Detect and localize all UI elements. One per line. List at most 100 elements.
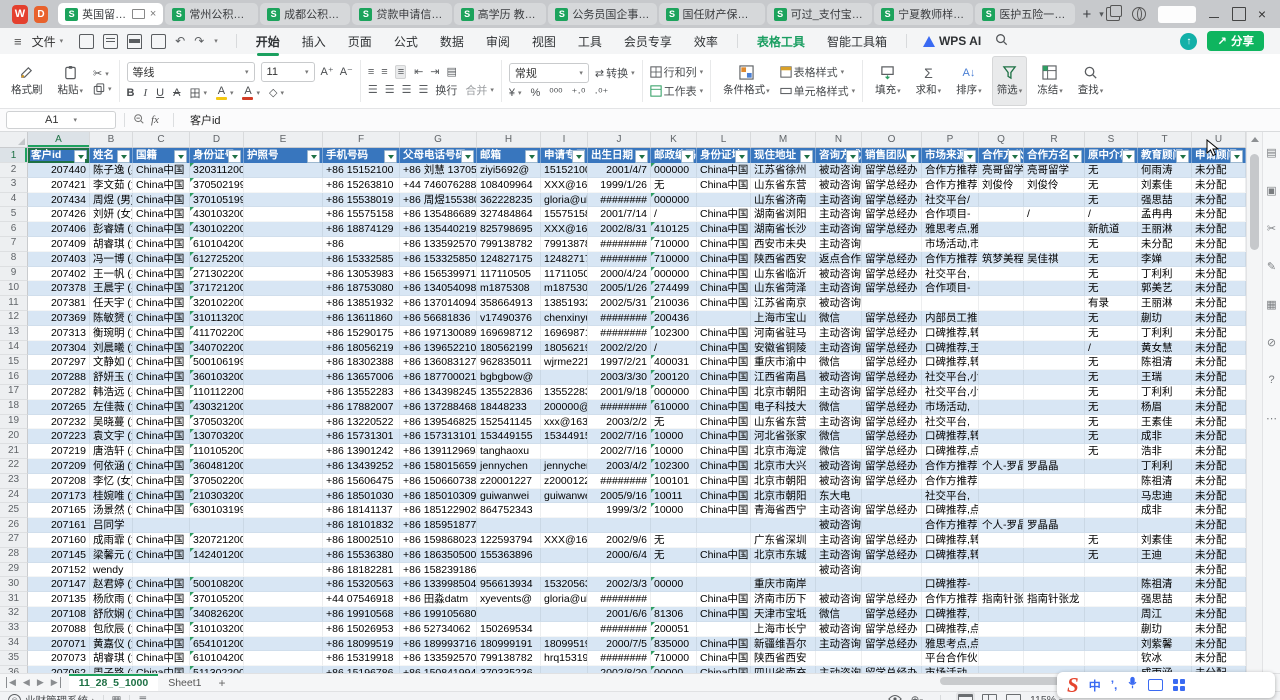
cell[interactable]: 合作方推荐 bbox=[922, 178, 979, 193]
cell[interactable]: 衡琬明 (女 bbox=[90, 326, 133, 341]
row-header-3[interactable]: 3 bbox=[0, 178, 28, 193]
filter-dropdown-icon[interactable] bbox=[174, 150, 187, 163]
cell[interactable]: China中国 bbox=[697, 326, 751, 341]
cell[interactable] bbox=[1024, 622, 1085, 637]
header-cell[interactable]: 手机号码 bbox=[323, 148, 400, 163]
row-header-33[interactable]: 33 bbox=[0, 622, 28, 637]
cell[interactable] bbox=[244, 400, 323, 415]
cell[interactable]: 陈敏赟 (女 bbox=[90, 311, 133, 326]
strikethrough-button[interactable]: A bbox=[173, 87, 180, 99]
cell[interactable] bbox=[244, 163, 323, 178]
cell[interactable] bbox=[477, 563, 541, 578]
cell[interactable]: 207219 bbox=[28, 444, 90, 459]
cell[interactable]: China中国 bbox=[697, 267, 751, 282]
cell[interactable]: 杨欣雨 (女 bbox=[90, 592, 133, 607]
cell[interactable]: 文静如 (女 bbox=[90, 355, 133, 370]
cell[interactable]: XXX@163. bbox=[541, 222, 588, 237]
wrap-text-button[interactable]: 换行 bbox=[435, 82, 457, 98]
cell[interactable]: +86 1573131016 bbox=[400, 429, 477, 444]
cell[interactable] bbox=[862, 577, 922, 592]
cell[interactable]: 陈子逸 (男 bbox=[90, 163, 133, 178]
cell[interactable]: China中国 bbox=[133, 296, 190, 311]
cell[interactable]: 500106199702210321 bbox=[190, 355, 244, 370]
align-right-icon[interactable]: ☰ bbox=[402, 83, 411, 96]
cell[interactable] bbox=[697, 518, 751, 533]
cell[interactable] bbox=[697, 622, 751, 637]
column-header-B[interactable]: B bbox=[90, 132, 133, 148]
document-tab[interactable]: S常州公积金 .xlsx bbox=[165, 3, 258, 25]
cell[interactable] bbox=[979, 311, 1024, 326]
cell[interactable]: +86 1582391866 bbox=[400, 563, 477, 578]
cell[interactable]: 2005/1/26 bbox=[588, 281, 651, 296]
merge-cells-button[interactable]: 合并▾ bbox=[465, 82, 494, 98]
cell[interactable]: 835000 bbox=[651, 637, 697, 652]
cell[interactable]: 刘素佳 bbox=[1138, 533, 1192, 548]
cell[interactable] bbox=[244, 222, 323, 237]
column-header-F[interactable]: F bbox=[323, 132, 400, 148]
cell[interactable]: 180995191 bbox=[541, 637, 588, 652]
cell[interactable]: 王瑞 bbox=[1138, 370, 1192, 385]
cell[interactable]: China中国 bbox=[133, 415, 190, 430]
copy-button[interactable]: ▾ bbox=[93, 83, 112, 95]
column-header-K[interactable]: K bbox=[651, 132, 697, 148]
cell[interactable]: 被动咨询 bbox=[816, 518, 862, 533]
cell[interactable]: ######## bbox=[588, 400, 651, 415]
cell[interactable]: +86 1506607386 bbox=[400, 474, 477, 489]
cell[interactable]: 130703200106280921 bbox=[190, 429, 244, 444]
cell[interactable]: China中国 bbox=[697, 607, 751, 622]
table-style-button[interactable]: 表格样式▾ bbox=[780, 64, 856, 80]
cell[interactable]: China中国 bbox=[133, 281, 190, 296]
cell[interactable]: 无 bbox=[1085, 311, 1138, 326]
cell[interactable]: 2001/7/14 bbox=[588, 207, 651, 222]
column-header-C[interactable]: C bbox=[133, 132, 190, 148]
cell[interactable] bbox=[541, 607, 588, 622]
cell[interactable]: 207208 bbox=[28, 474, 90, 489]
cell[interactable] bbox=[244, 533, 323, 548]
row-header-20[interactable]: 20 bbox=[0, 429, 28, 444]
cell[interactable] bbox=[244, 281, 323, 296]
cell[interactable]: 未分配 bbox=[1192, 489, 1246, 504]
comma-style-icon[interactable]: ⁰⁰⁰ bbox=[549, 86, 562, 99]
document-tab[interactable]: S英国留学生…× bbox=[58, 3, 163, 25]
cell[interactable]: XXX@163. bbox=[541, 178, 588, 193]
cell[interactable]: +86 1354866895 bbox=[400, 207, 477, 222]
cell[interactable]: 留学总经办 bbox=[862, 592, 922, 607]
document-tab[interactable]: S贷款申请信息.xlsx bbox=[352, 3, 451, 25]
cell[interactable] bbox=[979, 622, 1024, 637]
cell[interactable] bbox=[979, 666, 1024, 673]
cell[interactable]: +86 1899937166 bbox=[400, 637, 477, 652]
document-tab[interactable]: S高学历 教授.xlsx bbox=[454, 3, 547, 25]
cell[interactable] bbox=[979, 474, 1024, 489]
menu-tab-插入[interactable]: 插入 bbox=[291, 33, 337, 50]
cell[interactable]: 成非 bbox=[1138, 503, 1192, 518]
cell[interactable]: 赵君婷 (女 bbox=[90, 577, 133, 592]
cell[interactable]: 207173 bbox=[28, 489, 90, 504]
cell[interactable]: 无 bbox=[651, 548, 697, 563]
cell[interactable]: 430103200107142529 bbox=[190, 207, 244, 222]
cell[interactable]: China中国 bbox=[133, 533, 190, 548]
align-left-icon[interactable]: ☰ bbox=[368, 83, 377, 96]
cell[interactable]: +86 15332585 bbox=[323, 252, 400, 267]
ime-language-toggle[interactable]: 中 bbox=[1089, 677, 1101, 694]
sidebar-cut-icon[interactable]: ✂ bbox=[1266, 222, 1278, 234]
cell[interactable]: +86 18141137 bbox=[323, 503, 400, 518]
cell[interactable]: 平台合作伙 bbox=[922, 651, 979, 666]
cell[interactable]: 320721200209060081 bbox=[190, 533, 244, 548]
cell[interactable]: 未分配 bbox=[1192, 429, 1246, 444]
cell[interactable]: +86 18501030 bbox=[323, 489, 400, 504]
redo-icon[interactable]: ↷ bbox=[194, 34, 204, 48]
cell[interactable]: +86 18874129 bbox=[323, 222, 400, 237]
cell[interactable]: ######## bbox=[588, 592, 651, 607]
row-header-18[interactable]: 18 bbox=[0, 400, 28, 415]
sidebar-grid-icon[interactable]: ▦ bbox=[1266, 298, 1278, 310]
cell[interactable]: 亮哥留学 bbox=[1024, 163, 1085, 178]
cell[interactable]: 北京市东城 bbox=[751, 548, 816, 563]
cell[interactable]: 市场活动,市 bbox=[922, 237, 979, 252]
cell[interactable]: 安徽省铜陵 bbox=[751, 341, 816, 356]
cell[interactable]: +86 13220522 bbox=[323, 415, 400, 430]
row-header-32[interactable]: 32 bbox=[0, 607, 28, 622]
cell[interactable]: 2002/7/16 bbox=[588, 444, 651, 459]
sidebar-more-icon[interactable]: ⋯ bbox=[1266, 412, 1278, 424]
cell[interactable]: 未分配 bbox=[1192, 222, 1246, 237]
cell[interactable]: 口碑推荐,点 bbox=[922, 503, 979, 518]
